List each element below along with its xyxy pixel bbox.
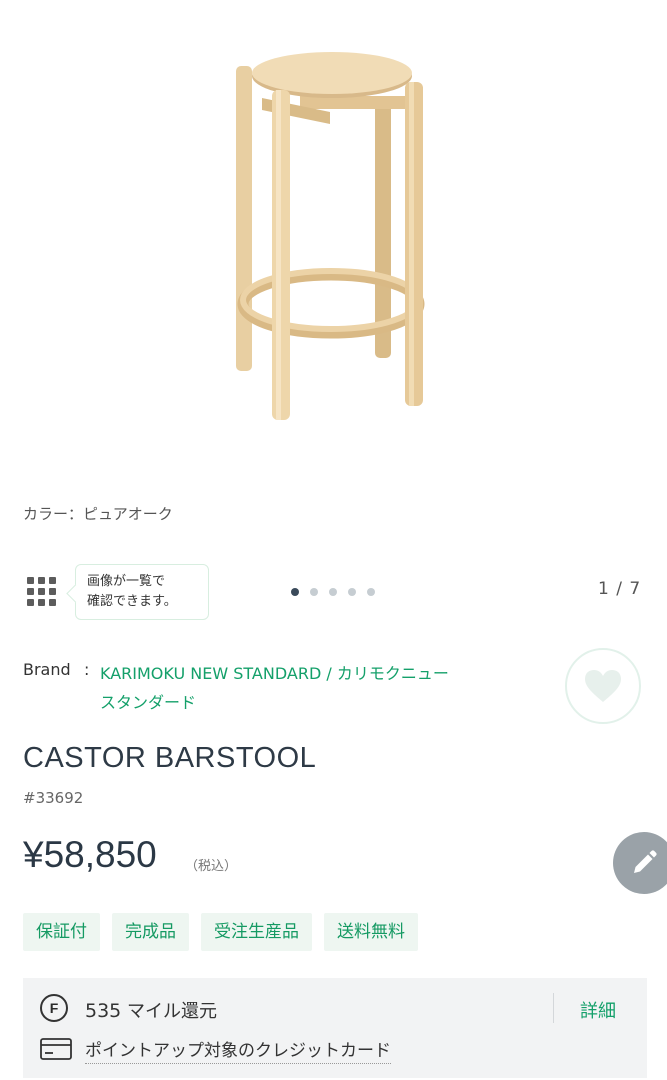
product-sku: #33692	[23, 789, 84, 807]
tag-free-shipping: 送料無料	[324, 913, 418, 951]
tooltip-line1: 画像が一覧で	[87, 574, 166, 589]
tag-warranty: 保証付	[23, 913, 100, 951]
brand-link-line1[interactable]: KARIMOKU NEW STANDARD / カリモクニュー	[100, 659, 520, 688]
credit-card-link[interactable]: ポイントアップ対象のクレジットカード	[85, 1036, 391, 1064]
carousel-dot[interactable]	[367, 588, 375, 596]
pencil-icon	[634, 850, 657, 873]
carousel-dot[interactable]	[329, 588, 337, 596]
miles-suffix: マイル還元	[121, 1001, 217, 1022]
carousel-dot[interactable]	[291, 588, 299, 596]
favorite-button[interactable]	[565, 648, 641, 724]
brand-link[interactable]: KARIMOKU NEW STANDARD / カリモクニュー スタンダード	[100, 659, 520, 717]
color-label: カラー：ピュアオーク	[23, 505, 173, 523]
carousel-dots[interactable]	[291, 588, 375, 596]
miles-amount: 535	[85, 1000, 122, 1022]
image-pager: 1 / 7	[598, 579, 642, 599]
f-badge-icon: F	[40, 994, 68, 1022]
tag-assembled: 完成品	[112, 913, 189, 951]
tooltip-line2: 確認できます。	[87, 594, 177, 609]
carousel-dot[interactable]	[310, 588, 318, 596]
miles-detail-link[interactable]: 詳細	[580, 997, 616, 1023]
gallery-tooltip: 画像が一覧で 確認できます。	[75, 564, 209, 620]
brand-link-line2[interactable]: スタンダード	[100, 688, 520, 717]
tag-made-to-order: 受注生産品	[201, 913, 312, 951]
heart-icon	[585, 670, 621, 702]
miles-text: 535 マイル還元	[85, 997, 217, 1023]
product-title: CASTOR BARSTOOL	[23, 742, 317, 774]
grid-icon[interactable]	[27, 577, 57, 607]
credit-card-icon	[40, 1038, 72, 1060]
product-image[interactable]	[0, 0, 667, 490]
product-price: ¥58,850	[23, 834, 157, 875]
brand-separator: :	[84, 660, 90, 679]
edit-button[interactable]	[613, 832, 667, 894]
barstool-illustration	[236, 52, 425, 420]
brand-label: Brand	[23, 660, 71, 679]
divider	[553, 993, 554, 1023]
tax-note: （税込）	[185, 859, 238, 874]
product-tags: 保証付 完成品 受注生産品 送料無料	[23, 913, 418, 951]
carousel-dot[interactable]	[348, 588, 356, 596]
